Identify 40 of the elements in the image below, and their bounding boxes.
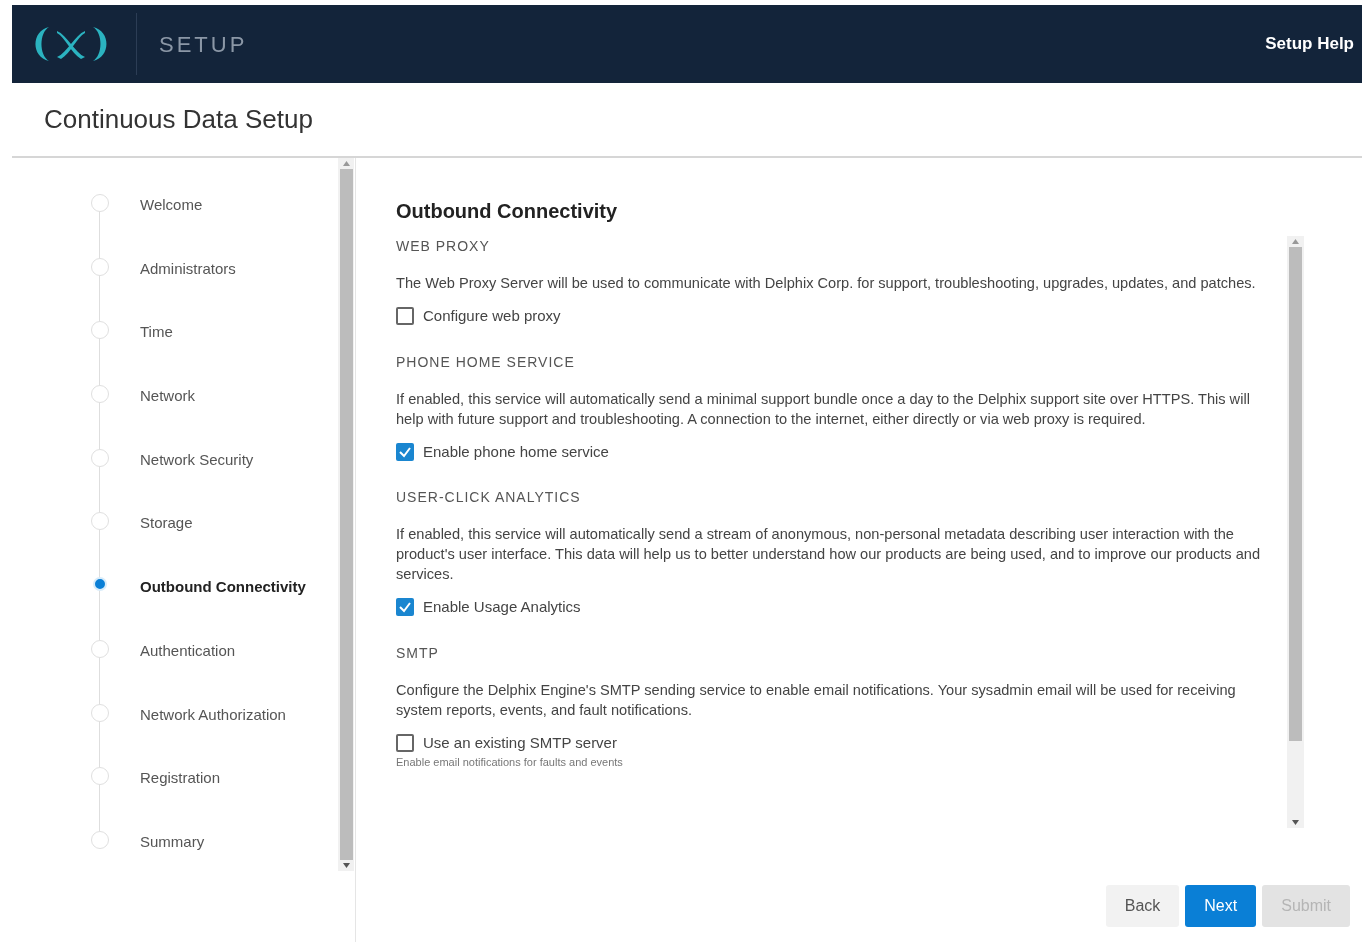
checkbox[interactable]	[396, 598, 414, 617]
step-label[interactable]: Network	[140, 385, 195, 408]
section-heading: WEB PROXY	[396, 237, 491, 256]
scroll-up-icon[interactable]	[1292, 239, 1299, 244]
step-label[interactable]: Authentication	[140, 639, 236, 663]
back-button[interactable]: Back	[1105, 885, 1180, 927]
section-description: If enabled, this service will automatically send a stream of anonymous, non-personal metadata describing user interaction with the product's user interface. This data will help us to better understand how our products are being used, and to improve our products and services.	[396, 525, 1262, 584]
step-label[interactable]: Network Security	[140, 448, 254, 472]
step-label[interactable]: Administrators	[140, 257, 236, 281]
step-label[interactable]: Storage	[140, 512, 193, 535]
section-heading: SMTP	[396, 643, 440, 663]
setup-help-link[interactable]: Setup Help	[1265, 31, 1354, 57]
section-title: Outbound Connectivity	[396, 199, 619, 224]
checkbox[interactable]	[396, 733, 414, 752]
section-description: The Web Proxy Server will be used to communicate with Delphix Corp. for support, troubleshooting, upgrades, updates, and patches.	[396, 274, 1257, 293]
checkbox[interactable]	[396, 442, 414, 461]
section-heading: PHONE HOME SERVICE	[396, 352, 576, 372]
page-title: Continuous Data Setup	[44, 103, 313, 136]
scroll-up-icon[interactable]	[342, 161, 350, 166]
scrollbar[interactable]	[338, 158, 354, 871]
step-label[interactable]: Summary	[140, 830, 205, 854]
checkbox[interactable]	[396, 307, 414, 326]
section-description: Configure the Delphix Engine's SMTP sending service to enable email notifications. Your sysadmin email will be used for receiving system reports, events, and fault notifications.	[396, 680, 1237, 720]
section-heading: USER-CLICK ANALYTICS	[396, 488, 582, 507]
step-label[interactable]: Outbound Connectivity	[140, 576, 306, 599]
section-description: If enabled, this service will automatically send a minimal support bundle once a day to the Delphix support site over HTTPS. This will help with future support and troubleshooting. A connection to the internet, either directly or via web proxy is required.	[396, 389, 1251, 429]
scroll-down-icon[interactable]	[1292, 820, 1299, 825]
step-label[interactable]: Time	[140, 321, 173, 344]
scroll-down-icon[interactable]	[342, 863, 350, 868]
step-label[interactable]: Network Authorization	[140, 703, 286, 726]
checkbox-label[interactable]: Configure web proxy	[423, 305, 561, 328]
hint-text: Enable email notifications for faults and events	[396, 756, 624, 769]
scrollbar[interactable]	[1287, 236, 1304, 828]
product-name: SETUP	[159, 30, 248, 59]
step-label[interactable]: Welcome	[140, 194, 203, 217]
next-button[interactable]: Next	[1185, 885, 1257, 927]
checkbox-label[interactable]: Use an existing SMTP server	[423, 731, 617, 754]
checkbox-label[interactable]: Enable phone home service	[423, 440, 609, 463]
checkbox-label[interactable]: Enable Usage Analytics	[423, 596, 581, 619]
step-label[interactable]: Registration	[140, 767, 221, 790]
